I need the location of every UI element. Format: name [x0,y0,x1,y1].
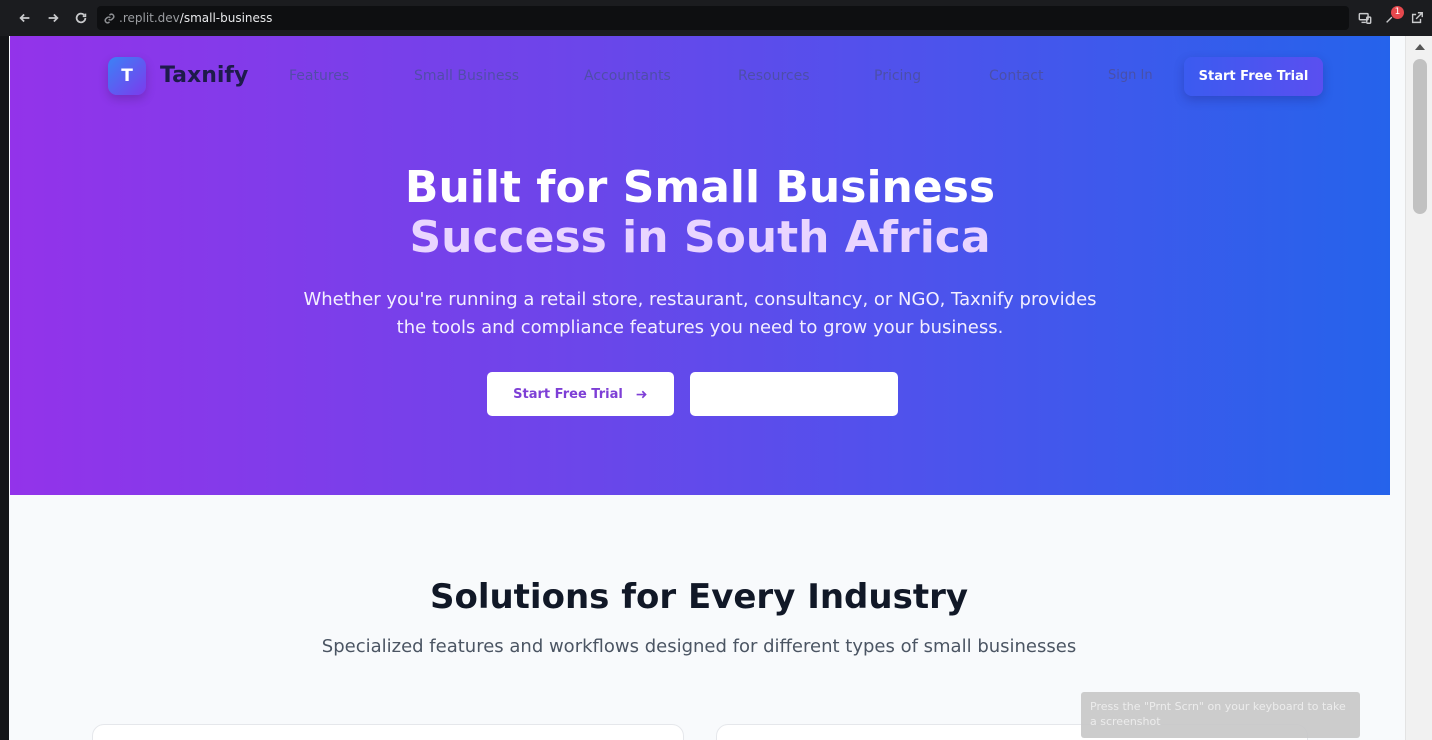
hero-title-line1: Built for Small Business [404,162,996,213]
address-bar[interactable]: .replit.dev/small-business [97,6,1349,30]
devices-icon [1358,12,1372,24]
hero-section: T Taxnify Features Small Business Accoun… [10,36,1390,495]
nav-link-resources[interactable]: Resources [738,68,810,84]
hero-subtitle-line2: the tools and compliance features you ne… [396,317,1004,338]
reload-button[interactable] [67,4,95,32]
nav-link-accountants[interactable]: Accountants [584,68,671,84]
scroll-up-arrow-icon[interactable] [1415,44,1425,50]
hero-start-trial-button[interactable]: Start Free Trial [487,372,674,416]
nav-link-features[interactable]: Features [289,68,349,84]
nav-link-pricing[interactable]: Pricing [874,68,921,84]
devices-button[interactable] [1356,9,1374,27]
tools-button[interactable]: 1 [1382,6,1404,27]
nav-link-small-business[interactable]: Small Business [414,68,519,84]
solutions-title: Solutions for Every Industry [429,577,969,617]
site-header: T Taxnify Features Small Business Accoun… [10,36,1390,116]
scroll-thumb[interactable] [1413,59,1427,214]
hero-subtitle: Whether you're running a retail store, r… [290,286,1110,342]
browser-toolbar: .replit.dev/small-business 1 [0,0,1432,36]
brand-name[interactable]: Taxnify [160,63,248,88]
url-path: /small-business [179,11,273,25]
link-icon [103,12,116,25]
industry-card[interactable] [92,724,684,740]
hero-subtitle-line1: Whether you're running a retail store, r… [303,289,1097,310]
window-edge [0,36,9,740]
arrow-left-icon [19,13,30,23]
logo-letter: T [121,66,133,86]
solutions-subtitle: Specialized features and workflows desig… [321,636,1077,657]
forward-button[interactable] [39,4,67,32]
external-link-icon [1411,12,1423,24]
reload-icon [75,12,87,24]
logo-mark[interactable]: T [108,57,146,95]
sign-in-link[interactable]: Sign In [1108,68,1153,83]
browser-actions: 1 [1356,6,1426,30]
page-scrollbar[interactable] [1405,36,1432,740]
arrow-right-icon [636,390,647,398]
nav-link-contact[interactable]: Contact [989,68,1043,84]
hero-secondary-button[interactable] [690,372,898,416]
page-viewport: T Taxnify Features Small Business Accoun… [9,36,1405,740]
arrow-right-icon [48,13,59,23]
url-domain: .replit.dev [119,11,180,25]
back-button[interactable] [11,4,39,32]
hero-start-trial-label: Start Free Trial [513,386,623,402]
screenshot-tip-toast: Press the "Prnt Scrn" on your keyboard t… [1081,692,1360,738]
notification-badge: 1 [1391,6,1404,19]
header-start-trial-button[interactable]: Start Free Trial [1184,57,1323,96]
open-external-button[interactable] [1408,9,1426,27]
hero-title-line2: Success in South Africa [409,212,991,263]
